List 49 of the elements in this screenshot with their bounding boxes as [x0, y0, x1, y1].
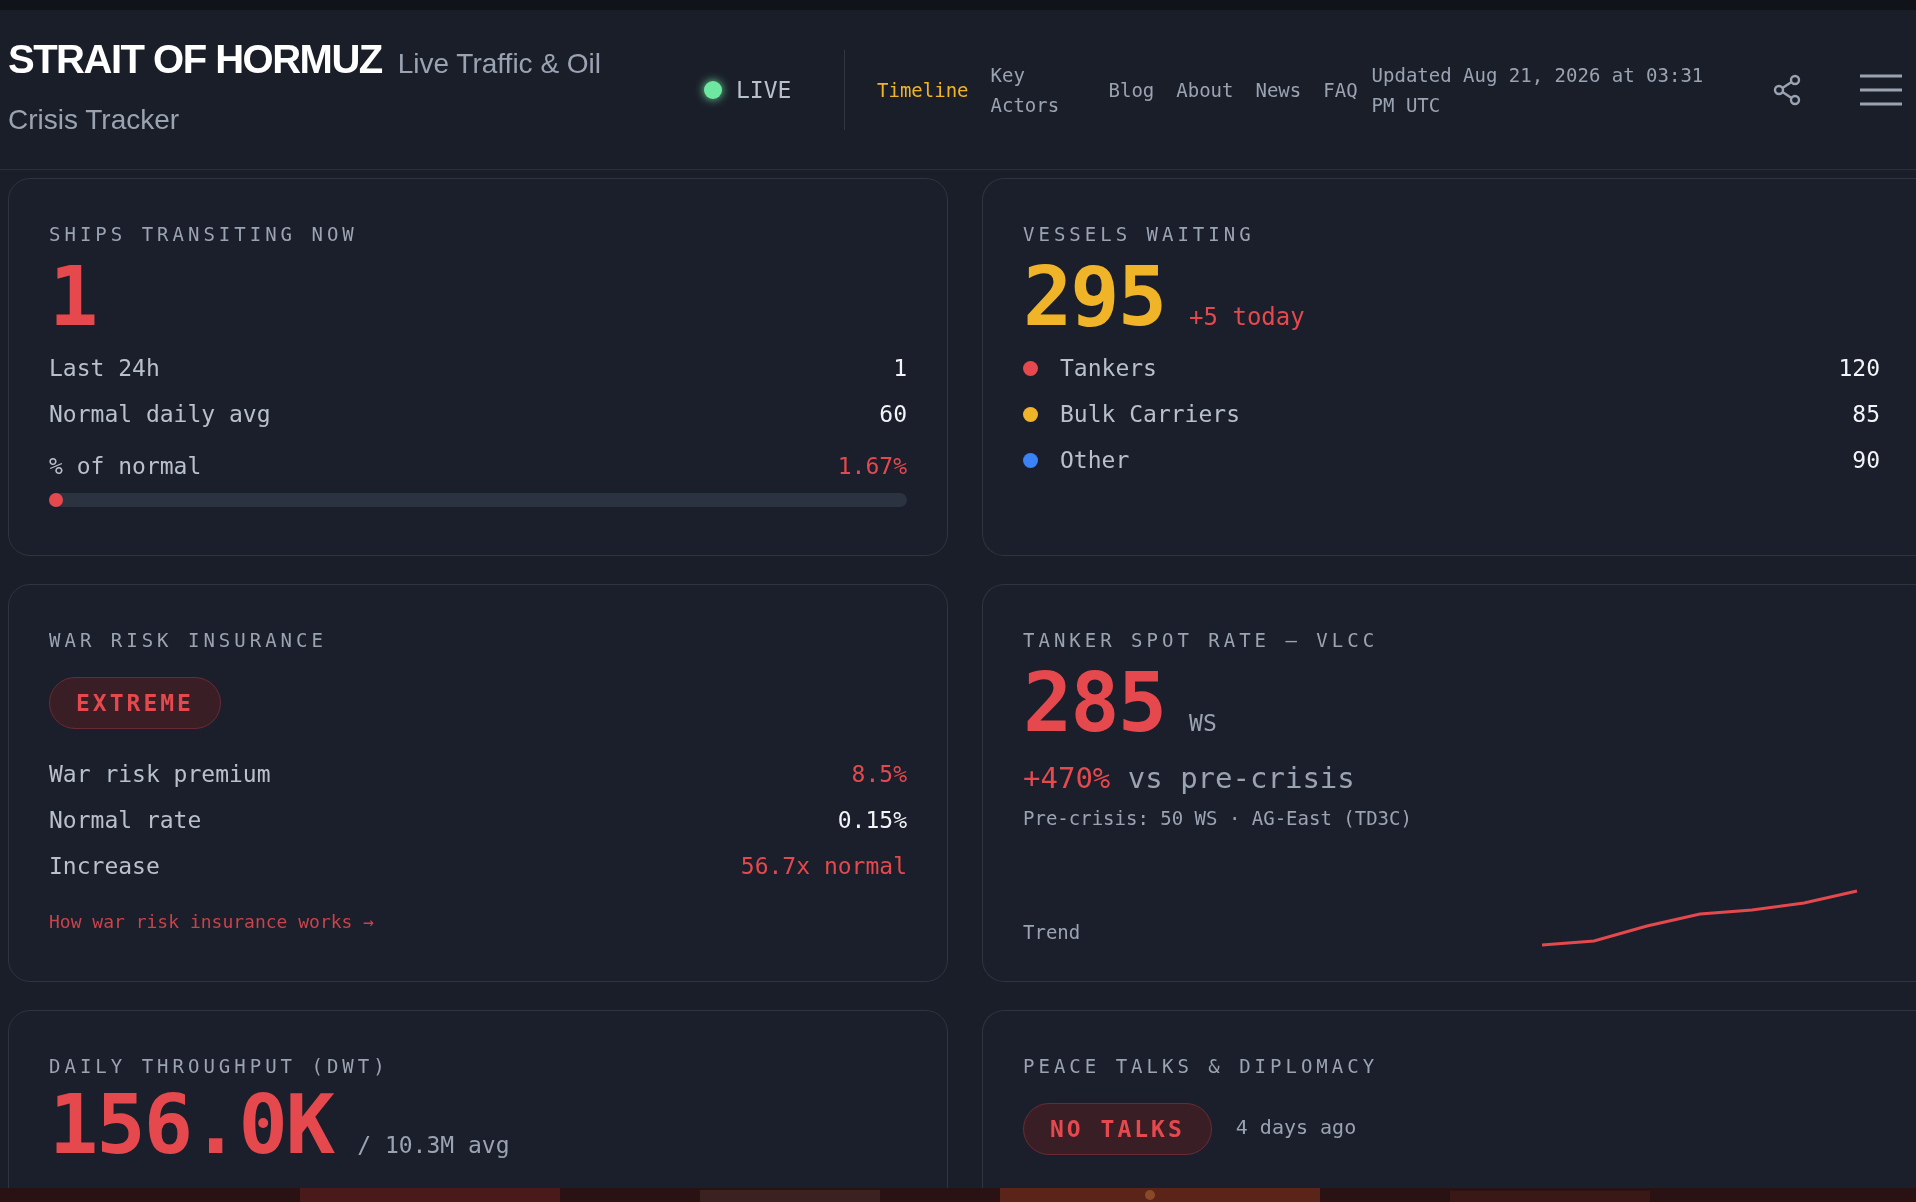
stat-value: 1 — [893, 355, 907, 381]
throughput-value: 156.0K — [49, 1077, 334, 1173]
stat-value: 60 — [879, 401, 907, 427]
card-label: SHIPS TRANSITING NOW — [49, 223, 359, 245]
category-count: 120 — [1838, 355, 1880, 381]
stat-label: Normal daily avg — [49, 401, 271, 427]
site-heading: STRAIT OF HORMUZ Live Traffic & Oil Crisis Tracker — [8, 36, 603, 137]
insurance-info-link[interactable]: How war risk insurance works → — [49, 911, 375, 932]
nav-link[interactable]: Timeline — [877, 74, 969, 105]
spot-rate-value: 285 — [1023, 655, 1166, 751]
rate-detail: Pre-crisis: 50 WS · AG-East (TD3C) — [1023, 807, 1413, 829]
throughput-average: / 10.3M avg — [357, 1132, 510, 1158]
updated-timestamp: Updated Aug 21, 2026 at 03:31 PM UTC — [1371, 62, 1705, 118]
rate-unit: WS — [1189, 710, 1217, 736]
stat-label: % of normal — [49, 453, 202, 479]
stat-value: 0.15% — [837, 807, 907, 833]
nav-link[interactable]: About — [1176, 74, 1234, 105]
ships-count: 1 — [49, 249, 97, 345]
talks-status-badge: NO TALKS — [1023, 1103, 1212, 1155]
card-label: PEACE TALKS & DIPLOMACY — [1023, 1055, 1380, 1077]
vessels-count: 295 — [1023, 249, 1166, 345]
category-count: 90 — [1852, 447, 1880, 473]
menu-button[interactable] — [1859, 72, 1902, 107]
category-label: Other — [1060, 447, 1130, 473]
nav-link[interactable]: News — [1255, 74, 1302, 105]
card-label: TANKER SPOT RATE — VLCC — [1023, 629, 1380, 651]
stat-label: Normal rate — [49, 807, 202, 833]
rate-change: +470% vs pre-crisis — [1023, 761, 1356, 795]
stat-label: Last 24h — [49, 355, 160, 381]
category-label: Tankers — [1060, 355, 1157, 381]
nav-link[interactable]: FAQ — [1323, 74, 1358, 105]
share-button[interactable] — [1771, 73, 1802, 106]
card-label: WAR RISK INSURANCE — [49, 629, 328, 651]
talks-time: 4 days ago — [1235, 1115, 1357, 1139]
stat-value: 8.5% — [851, 761, 907, 787]
stat-label: War risk premium — [49, 761, 271, 787]
vessels-delta: +5 today — [1189, 303, 1305, 331]
card-label: DAILY THROUGHPUT (DWT) — [49, 1055, 390, 1077]
category-count: 85 — [1852, 401, 1880, 427]
stat-value: 56.7x normal — [740, 853, 907, 879]
card-label: VESSELS WAITING — [1023, 223, 1256, 245]
stat-value: 1.67% — [837, 453, 907, 479]
nav-link[interactable]: Key Actors — [990, 59, 1087, 120]
trend-label: Trend — [1023, 921, 1081, 943]
nav-link[interactable]: Blog — [1108, 74, 1155, 105]
stat-label: Increase — [49, 853, 160, 879]
live-label: LIVE — [736, 76, 792, 103]
risk-badge: EXTREME — [49, 677, 221, 729]
category-label: Bulk Carriers — [1060, 401, 1240, 427]
